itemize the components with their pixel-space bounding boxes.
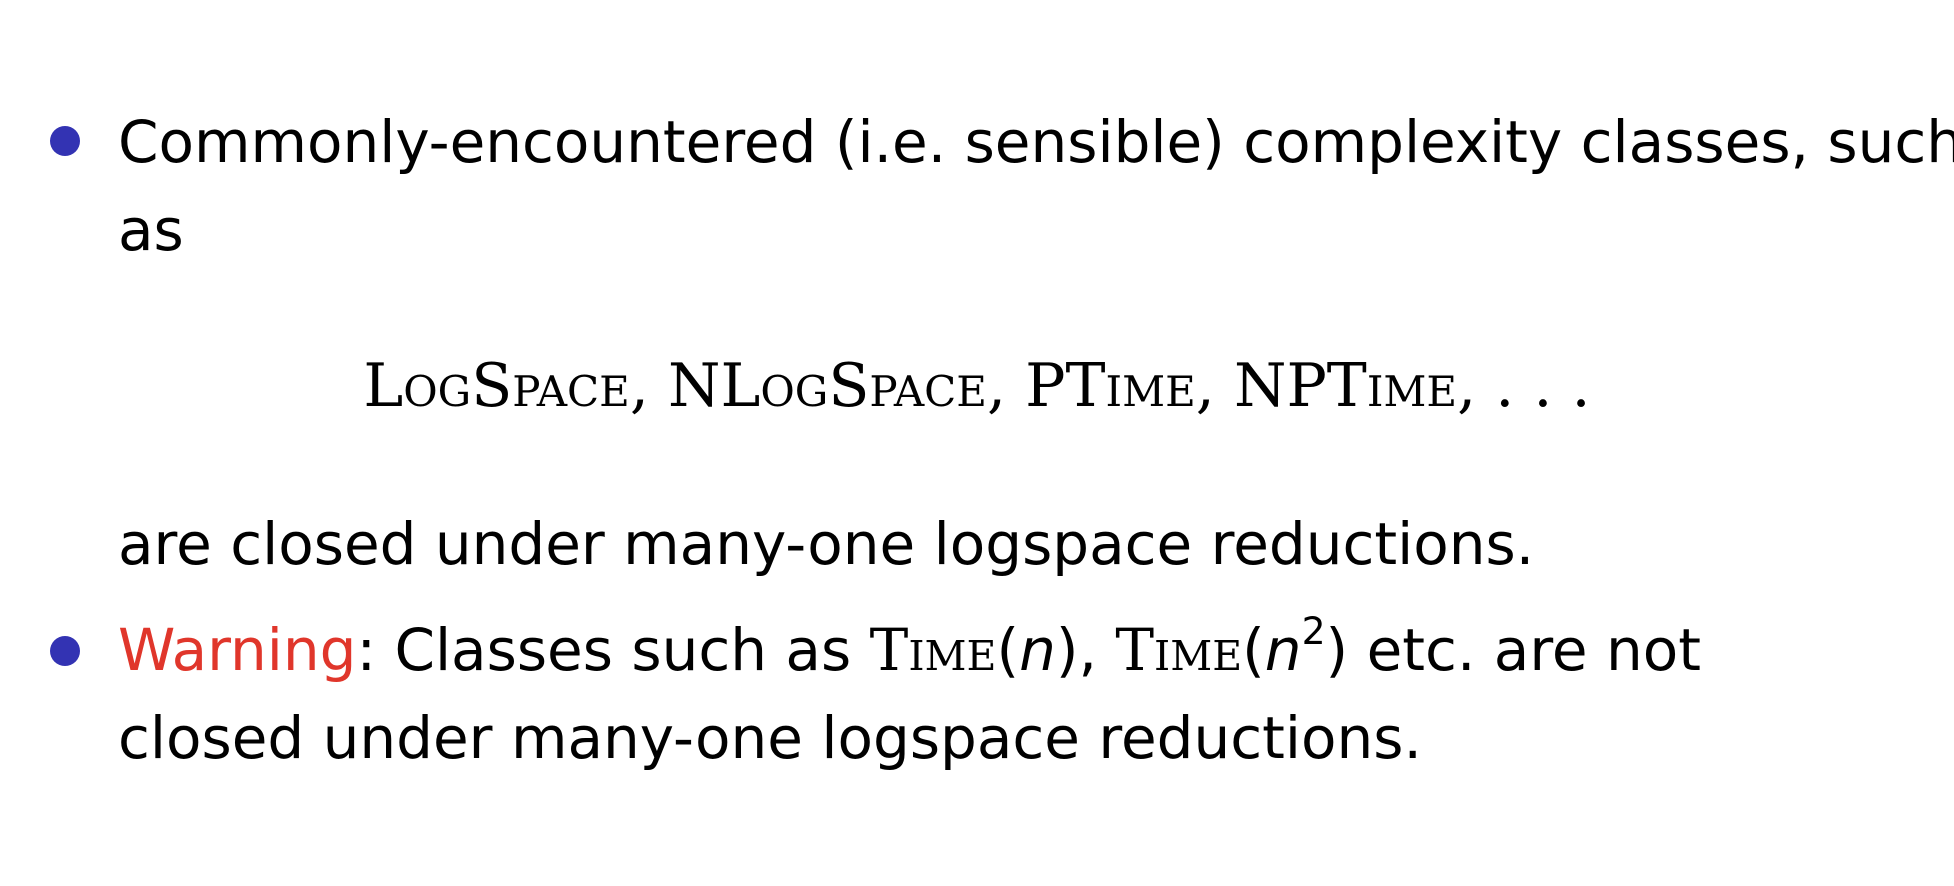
bullet-1-text-line-1: Commonly-encountered (i.e. sensible) com…: [118, 108, 1954, 176]
bullet-2-tail: etc. are not: [1348, 616, 1702, 684]
bullet-1-text-line-2: as: [118, 196, 184, 264]
separator: ,: [986, 351, 1026, 421]
class-nptime: NPTime: [1233, 351, 1458, 421]
close-paren: ): [1325, 616, 1349, 684]
bullet-marker-2: [50, 636, 80, 666]
close-paren: ): [1055, 616, 1079, 684]
open-paren: (: [996, 616, 1020, 684]
separator: ,: [1457, 351, 1496, 421]
complexity-classes-display: LogSpace, NLogSpace, PTime, NPTime, . . …: [0, 346, 1954, 426]
bullet-2-line-2: closed under many-one logspace reduction…: [118, 694, 1422, 782]
bullet-marker-1: [50, 126, 80, 156]
comma: ,: [1078, 616, 1116, 684]
slide: Commonly-encountered (i.e. sensible) com…: [0, 0, 1954, 886]
class-ptime: PTime: [1025, 351, 1196, 421]
open-paren: (: [1242, 616, 1265, 684]
separator: ,: [1195, 351, 1234, 421]
bullet-1-line-3: are closed under many-one logspace reduc…: [118, 500, 1534, 588]
bullet-2-text-line-2: closed under many-one logspace reduction…: [118, 704, 1422, 772]
time-arg-n-squared: n: [1264, 616, 1302, 684]
class-logspace: LogSpace: [363, 351, 630, 421]
warning-label: Warning: [118, 616, 357, 684]
ellipsis: . . .: [1495, 351, 1591, 421]
bullet-1-line-2: as: [118, 186, 184, 274]
separator: ,: [629, 351, 668, 421]
bullet-2-intro: : Classes such as: [356, 616, 870, 684]
bullet-1-text-line-3: are closed under many-one logspace reduc…: [118, 510, 1535, 578]
time-arg-n: n: [1019, 616, 1056, 684]
time-class-label-2: Time: [1115, 616, 1243, 684]
bullet-2-line-1: Warning: Classes such as Time(n), Time(n…: [118, 606, 1701, 694]
time-class-label: Time: [869, 616, 997, 684]
exponent: 2: [1301, 609, 1326, 654]
class-nlogspace: NLogSpace: [668, 351, 987, 421]
bullet-1-line-1: Commonly-encountered (i.e. sensible) com…: [118, 98, 1954, 186]
